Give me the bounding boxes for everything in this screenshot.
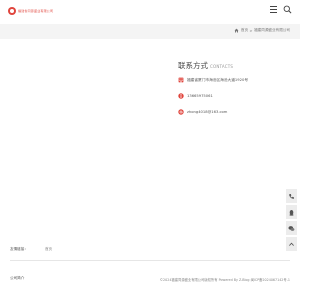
footer-company-link[interactable]: 公司简介	[10, 276, 24, 281]
wechat-icon	[288, 225, 295, 231]
friend-link-home[interactable]: 首页	[45, 247, 52, 251]
contact-address: 福建省厦门市海沧区海沧大道1920号	[187, 77, 249, 82]
breadcrumb-current: 福建同源盛业有限公司	[254, 28, 290, 32]
hamburger-menu-icon[interactable]	[270, 6, 277, 13]
contact-email[interactable]: zhong4018@163.com	[187, 110, 227, 114]
breadcrumb: 首页 > 福建同源盛业有限公司	[234, 28, 290, 33]
contact-subtitle: CONTACTS	[210, 64, 234, 69]
back-to-top-icon	[289, 242, 294, 246]
top-header: 福建省同源盛业有限公司	[0, 0, 300, 24]
footer-divider	[10, 260, 290, 261]
friend-links-label: 友情链接：	[10, 247, 28, 251]
contact-heading: 联系方式 CONTACTS	[178, 60, 288, 71]
contact-title: 联系方式	[178, 61, 208, 70]
qq-icon	[289, 209, 294, 216]
friend-links: 友情链接： 首页	[10, 247, 52, 252]
site-logo[interactable]: 福建省同源盛业有限公司	[8, 7, 53, 15]
side-phone-button[interactable]	[286, 189, 297, 203]
contact-section: 联系方式 CONTACTS 福建省厦门市海沧区海沧大道1920号 13665975…	[178, 60, 288, 115]
contact-email-row: zhong4018@163.com	[178, 109, 227, 115]
side-qq-button[interactable]	[286, 205, 297, 219]
home-icon	[234, 28, 239, 33]
footer-copyright: ©2024福建同源盛业有限公司版权所有 Powered By Z-Blog 闽I…	[159, 278, 290, 282]
mail-icon	[178, 109, 184, 115]
breadcrumb-home[interactable]: 首页	[241, 28, 248, 33]
phone-icon	[178, 93, 184, 99]
side-back-to-top-button[interactable]	[286, 237, 297, 251]
search-icon[interactable]	[283, 5, 292, 14]
side-wechat-button[interactable]	[286, 221, 297, 235]
building-icon	[178, 77, 184, 83]
contact-phone-row: 13665975061	[178, 93, 213, 99]
logo-mark-icon	[8, 7, 16, 15]
breadcrumb-separator: >	[249, 28, 253, 33]
logo-text: 福建省同源盛业有限公司	[18, 9, 54, 13]
contact-phone[interactable]: 13665975061	[187, 94, 213, 98]
contact-address-row: 福建省厦门市海沧区海沧大道1920号	[178, 77, 248, 83]
phone-icon	[289, 193, 294, 199]
